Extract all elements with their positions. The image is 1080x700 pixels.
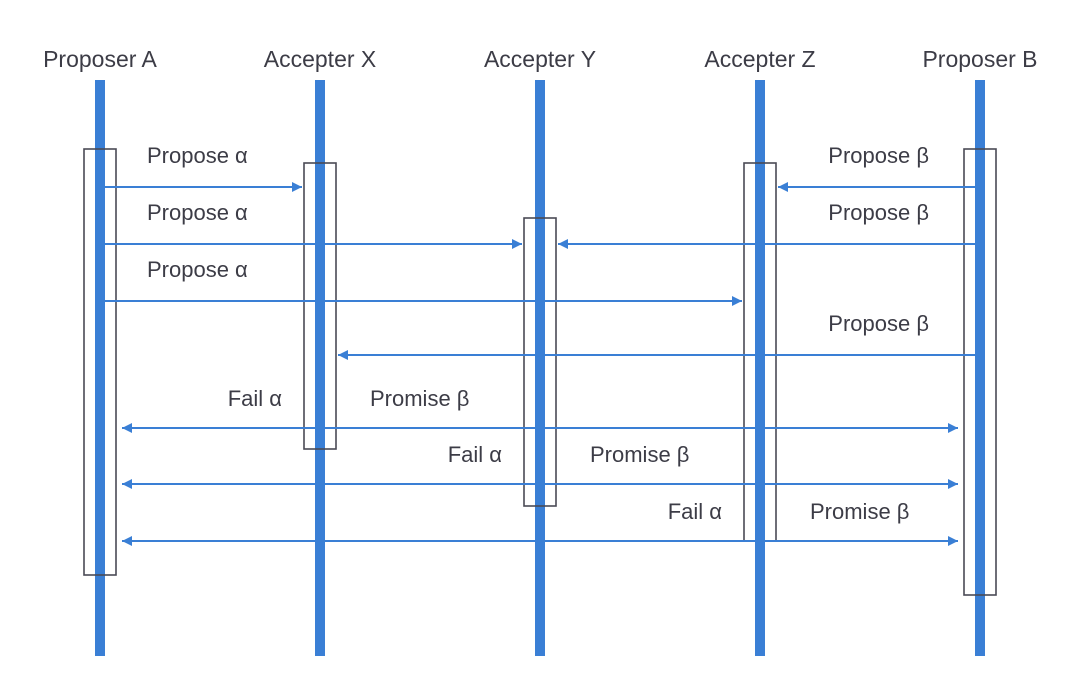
message-label: Propose α <box>147 143 248 168</box>
lifeline-a <box>95 80 105 656</box>
message-label: Propose α <box>147 200 248 225</box>
actor-label-y: Accepter Y <box>484 46 596 72</box>
message-label: Promise β <box>590 442 689 467</box>
message-label: Fail α <box>448 442 503 467</box>
actor-label-a: Proposer A <box>43 46 157 72</box>
lifeline-x <box>315 80 325 656</box>
arrowhead-right <box>948 423 958 433</box>
message-label: Propose α <box>147 257 248 282</box>
message-label: Promise β <box>370 386 469 411</box>
sequence-diagram: Proposer A Accepter X Accepter Y Accepter Z… <box>43 46 1038 656</box>
actor-label-b: Proposer B <box>922 46 1037 72</box>
message-label: Propose β <box>828 143 929 168</box>
lifeline-y <box>535 80 545 656</box>
arrowhead-right <box>948 479 958 489</box>
message-label: Fail α <box>228 386 283 411</box>
actor-label-x: Accepter X <box>264 46 377 72</box>
message-label: Fail α <box>668 499 723 524</box>
arrowhead-right <box>948 536 958 546</box>
actor-label-z: Accepter Z <box>704 46 815 72</box>
message-label: Propose β <box>828 200 929 225</box>
lifeline-b <box>975 80 985 656</box>
message-label: Promise β <box>810 499 909 524</box>
lifeline-z <box>755 80 765 656</box>
message-label: Propose β <box>828 311 929 336</box>
